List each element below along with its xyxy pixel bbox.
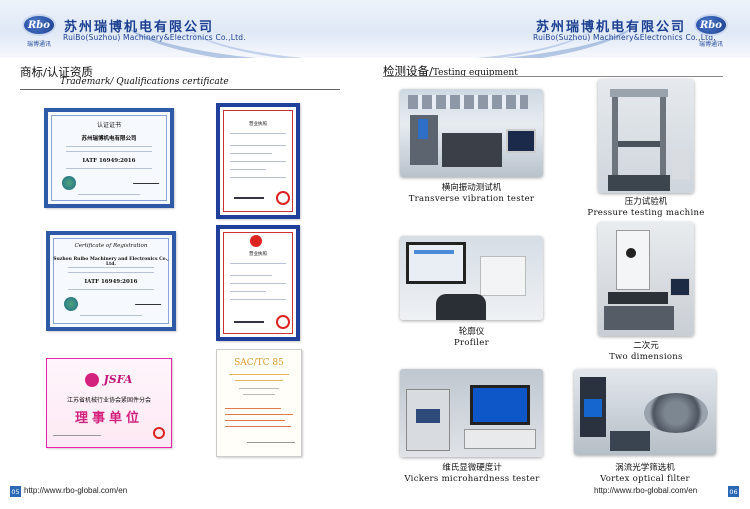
header-banner: Rbo 瑞博通讯 苏州瑞博机电有限公司 RuiBo(Suzhou) Machin… — [0, 0, 750, 58]
logo-subtitle-right: 瑞博通讯 — [698, 41, 723, 48]
jsfa-certificate: JSFA 江苏省机械行业协会紧固件分会 理事单位 — [46, 358, 172, 448]
caption-two-dimensions: 二次元 Two dimensions — [609, 341, 683, 362]
sac-heading: SAC/TC 85 — [234, 358, 284, 368]
photo-transverse-vibration-tester — [400, 89, 543, 177]
signature-icon — [132, 178, 162, 184]
page-number-left: 05 — [10, 486, 21, 497]
photo-two-dimensions — [598, 222, 694, 336]
license-heading: 营业执照 — [249, 252, 267, 257]
rbo-logo-icon: Rbo — [22, 14, 56, 36]
photo-vickers-microhardness-tester — [400, 369, 543, 457]
red-stamp-icon — [276, 191, 290, 205]
photo-profiler — [400, 236, 543, 320]
sac-tc85-certificate: SAC/TC 85 — [216, 349, 302, 457]
globe-icon — [62, 176, 76, 190]
cert-standard: IATF 16949:2016 — [82, 158, 136, 164]
cert-heading: Certificate of Registration — [74, 243, 148, 249]
section-divider-right — [383, 76, 723, 77]
photo-pressure-testing-machine — [598, 79, 694, 193]
website-link-left[interactable]: http://www.rbo-global.com/en — [24, 486, 127, 495]
registration-certificate: Certificate of Registration Suzhou Ruibo… — [46, 231, 176, 331]
caption-transverse-vibration-tester: 横向振动测试机 Transverse vibration tester — [408, 183, 535, 204]
rbo-logo-right-icon: Rbo — [694, 14, 728, 36]
national-emblem-icon — [250, 235, 262, 247]
caption-pressure-testing-machine: 压力试验机 Pressure testing machine — [587, 197, 705, 218]
logo-subtitle: 瑞博通讯 — [26, 41, 51, 48]
company-name-en-right: RuiBo(Suzhou) Machinery&Electronics Co.,… — [533, 33, 716, 42]
jsfa-org: 江苏省机械行业协会紧固件分会 — [66, 397, 151, 404]
license-heading: 营业执照 — [249, 122, 267, 127]
website-link-right[interactable]: http://www.rbo-global.com/en — [594, 486, 697, 495]
photo-vortex-optical-filter — [574, 369, 716, 455]
jsfa-logo-text: JSFA — [103, 373, 133, 386]
signature-icon — [134, 299, 164, 305]
cert-company: 苏州瑞博机电有限公司 — [81, 136, 137, 142]
caption-profiler: 轮廓仪 Profiler — [454, 327, 489, 348]
globe-icon — [64, 297, 78, 311]
section-divider — [20, 89, 340, 90]
cert-standard: IATF 16949:2016 — [84, 279, 138, 285]
business-license-1: 营业执照 — [216, 103, 300, 219]
qualifications-subtitle: Trademark/ Qualifications certificate — [60, 77, 229, 87]
cert-heading: 认证证书 — [96, 122, 121, 129]
page-number-right: 06 — [728, 486, 739, 497]
iatf-certificate-cn: 认证证书 苏州瑞博机电有限公司 IATF 16949:2016 — [44, 108, 174, 208]
red-stamp-icon — [153, 427, 165, 439]
company-name-en: RuiBo(Suzhou) Machinery&Electronics Co.,… — [63, 33, 246, 42]
caption-vortex-optical-filter: 涡流光学筛选机 Vortex optical filter — [600, 463, 690, 484]
business-license-2: 营业执照 — [216, 225, 300, 341]
cert-company: Suzhou Ruibo Machinery and Electronics C… — [53, 257, 169, 267]
caption-vickers-microhardness-tester: 维氏显微硬度计 Vickers microhardness tester — [404, 463, 540, 484]
jsfa-title: 理事单位 — [74, 411, 143, 426]
red-stamp-icon — [276, 315, 290, 329]
